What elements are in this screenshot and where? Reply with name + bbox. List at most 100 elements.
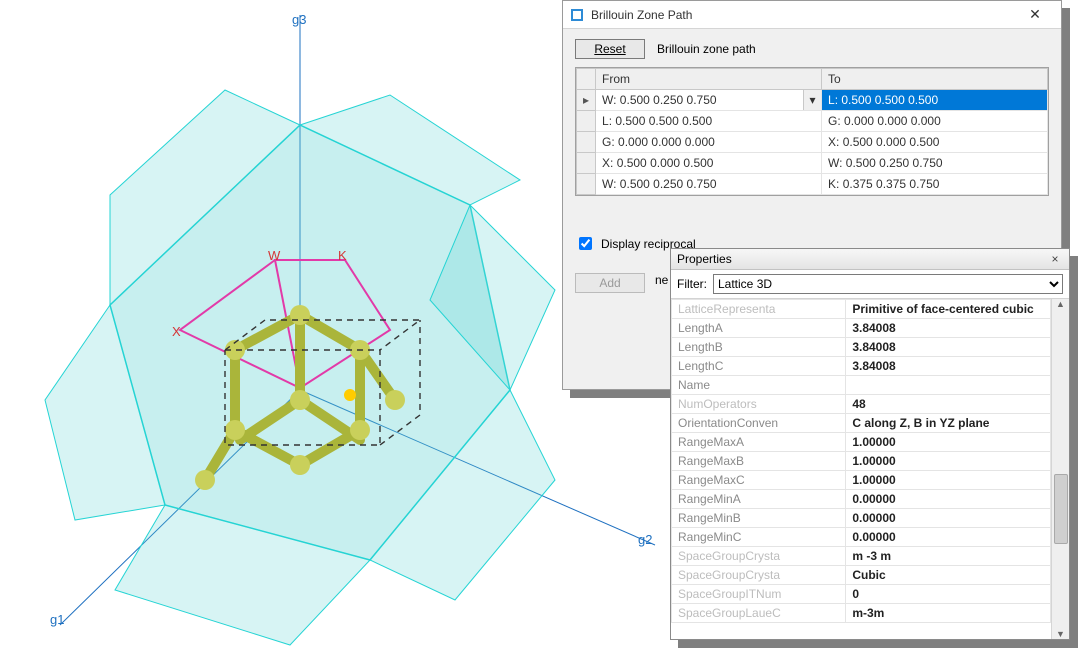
kpoint-label-x: X bbox=[172, 324, 181, 339]
property-value[interactable]: 0.00000 bbox=[846, 490, 1051, 509]
reset-button[interactable]: Reset bbox=[575, 39, 645, 59]
property-row[interactable]: RangeMinC0.00000 bbox=[672, 528, 1051, 547]
property-value[interactable]: Primitive of face-centered cubic bbox=[846, 300, 1051, 319]
property-key: SpaceGroupITNum bbox=[672, 585, 846, 604]
scroll-thumb[interactable] bbox=[1054, 474, 1068, 544]
property-row[interactable]: Name bbox=[672, 376, 1051, 395]
dropdown-icon[interactable]: ▾ bbox=[803, 90, 821, 110]
to-cell[interactable]: X: 0.500 0.000 0.500 bbox=[822, 132, 1048, 153]
col-to[interactable]: To bbox=[822, 69, 1048, 90]
property-key: LengthA bbox=[672, 319, 846, 338]
property-row[interactable]: SpaceGroupCrystaCubic bbox=[672, 566, 1051, 585]
property-value[interactable]: C along Z, B in YZ plane bbox=[846, 414, 1051, 433]
property-value[interactable]: 3.84008 bbox=[846, 319, 1051, 338]
property-row[interactable]: RangeMaxC1.00000 bbox=[672, 471, 1051, 490]
axis-label-g2: g2 bbox=[638, 532, 652, 547]
kpoint-label-w: W bbox=[268, 248, 280, 263]
properties-close-button[interactable]: × bbox=[1047, 252, 1063, 266]
property-row[interactable]: RangeMinB0.00000 bbox=[672, 509, 1051, 528]
property-key: RangeMaxC bbox=[672, 471, 846, 490]
row-header[interactable] bbox=[577, 132, 596, 153]
kpoint-label-k: K bbox=[338, 248, 347, 263]
axis-label-g3: g3 bbox=[292, 12, 306, 27]
property-row[interactable]: OrientationConvenC along Z, B in YZ plan… bbox=[672, 414, 1051, 433]
property-key: RangeMaxB bbox=[672, 452, 846, 471]
property-key: SpaceGroupCrysta bbox=[672, 566, 846, 585]
app-icon bbox=[569, 7, 585, 23]
display-reciprocal-checkbox[interactable] bbox=[579, 237, 592, 250]
property-row[interactable]: RangeMaxB1.00000 bbox=[672, 452, 1051, 471]
property-key: NumOperators bbox=[672, 395, 846, 414]
bz-subtitle: Brillouin zone path bbox=[657, 42, 756, 56]
brillouin-zone-render bbox=[0, 0, 660, 646]
properties-header[interactable]: Properties × bbox=[671, 249, 1069, 270]
filter-label: Filter: bbox=[677, 277, 707, 291]
property-key: RangeMaxA bbox=[672, 433, 846, 452]
table-row[interactable]: W: 0.500 0.250 0.750K: 0.375 0.375 0.750 bbox=[577, 174, 1048, 195]
row-header[interactable] bbox=[577, 153, 596, 174]
property-key: SpaceGroupLaueC bbox=[672, 604, 846, 623]
property-value[interactable]: m-3m bbox=[846, 604, 1051, 623]
dialog-titlebar[interactable]: Brillouin Zone Path ✕ bbox=[563, 1, 1061, 29]
col-from[interactable]: From bbox=[596, 69, 822, 90]
property-value[interactable]: 48 bbox=[846, 395, 1051, 414]
property-key: LatticeRepresenta bbox=[672, 300, 846, 319]
property-key: RangeMinA bbox=[672, 490, 846, 509]
bz-path-grid[interactable]: From To ▸W: 0.500 0.250 0.750▾L: 0.500 0… bbox=[575, 67, 1049, 196]
property-row[interactable]: LengthA3.84008 bbox=[672, 319, 1051, 338]
property-value[interactable]: m -3 m bbox=[846, 547, 1051, 566]
from-cell[interactable]: W: 0.500 0.250 0.750▾ bbox=[596, 90, 822, 111]
to-cell[interactable]: K: 0.375 0.375 0.750 bbox=[822, 174, 1048, 195]
from-cell[interactable]: X: 0.500 0.000 0.500 bbox=[596, 153, 822, 174]
property-value[interactable]: 3.84008 bbox=[846, 338, 1051, 357]
to-cell[interactable]: G: 0.000 0.000 0.000 bbox=[822, 111, 1048, 132]
scroll-down-icon[interactable]: ▼ bbox=[1056, 629, 1065, 639]
property-row[interactable]: SpaceGroupLaueCm-3m bbox=[672, 604, 1051, 623]
property-row[interactable]: LengthC3.84008 bbox=[672, 357, 1051, 376]
property-key: SpaceGroupCrysta bbox=[672, 547, 846, 566]
properties-panel: Properties × Filter: Lattice 3D LatticeR… bbox=[670, 248, 1070, 640]
property-key: LengthB bbox=[672, 338, 846, 357]
property-value[interactable]: 1.00000 bbox=[846, 471, 1051, 490]
property-key: Name bbox=[672, 376, 846, 395]
close-button[interactable]: ✕ bbox=[1015, 3, 1055, 27]
to-cell[interactable]: L: 0.500 0.500 0.500 bbox=[822, 90, 1048, 111]
table-row[interactable]: G: 0.000 0.000 0.000X: 0.500 0.000 0.500 bbox=[577, 132, 1048, 153]
property-row[interactable]: LengthB3.84008 bbox=[672, 338, 1051, 357]
properties-grid[interactable]: LatticeRepresentaPrimitive of face-cente… bbox=[671, 299, 1051, 639]
from-cell[interactable]: G: 0.000 0.000 0.000 bbox=[596, 132, 822, 153]
row-header[interactable] bbox=[577, 111, 596, 132]
property-value[interactable]: 0.00000 bbox=[846, 509, 1051, 528]
property-value[interactable]: 1.00000 bbox=[846, 433, 1051, 452]
property-value[interactable]: 1.00000 bbox=[846, 452, 1051, 471]
row-header[interactable]: ▸ bbox=[577, 90, 596, 111]
property-row[interactable]: RangeMinA0.00000 bbox=[672, 490, 1051, 509]
property-value[interactable]: 3.84008 bbox=[846, 357, 1051, 376]
add-button[interactable]: Add bbox=[575, 273, 645, 293]
property-row[interactable]: SpaceGroupITNum0 bbox=[672, 585, 1051, 604]
property-value[interactable]: 0 bbox=[846, 585, 1051, 604]
truncated-label: ne bbox=[655, 273, 668, 293]
to-cell[interactable]: W: 0.500 0.250 0.750 bbox=[822, 153, 1048, 174]
scroll-up-icon[interactable]: ▲ bbox=[1056, 299, 1065, 309]
properties-scrollbar[interactable]: ▲ ▼ bbox=[1051, 299, 1069, 639]
property-key: RangeMinB bbox=[672, 509, 846, 528]
brillouin-3d-viewport[interactable]: g3 g2 g1 W K X bbox=[0, 0, 660, 646]
from-cell[interactable]: L: 0.500 0.500 0.500 bbox=[596, 111, 822, 132]
property-value[interactable]: 0.00000 bbox=[846, 528, 1051, 547]
table-row[interactable]: ▸W: 0.500 0.250 0.750▾L: 0.500 0.500 0.5… bbox=[577, 90, 1048, 111]
property-value[interactable] bbox=[846, 376, 1051, 395]
table-row[interactable]: L: 0.500 0.500 0.500G: 0.000 0.000 0.000 bbox=[577, 111, 1048, 132]
property-row[interactable]: NumOperators48 bbox=[672, 395, 1051, 414]
filter-select[interactable]: Lattice 3D bbox=[713, 274, 1063, 294]
from-cell[interactable]: W: 0.500 0.250 0.750 bbox=[596, 174, 822, 195]
axis-label-g1: g1 bbox=[50, 612, 64, 627]
property-value[interactable]: Cubic bbox=[846, 566, 1051, 585]
property-row[interactable]: RangeMaxA1.00000 bbox=[672, 433, 1051, 452]
properties-title: Properties bbox=[677, 252, 732, 266]
table-row[interactable]: X: 0.500 0.000 0.500W: 0.500 0.250 0.750 bbox=[577, 153, 1048, 174]
property-key: LengthC bbox=[672, 357, 846, 376]
property-row[interactable]: SpaceGroupCrystam -3 m bbox=[672, 547, 1051, 566]
property-row[interactable]: LatticeRepresentaPrimitive of face-cente… bbox=[672, 300, 1051, 319]
row-header[interactable] bbox=[577, 174, 596, 195]
